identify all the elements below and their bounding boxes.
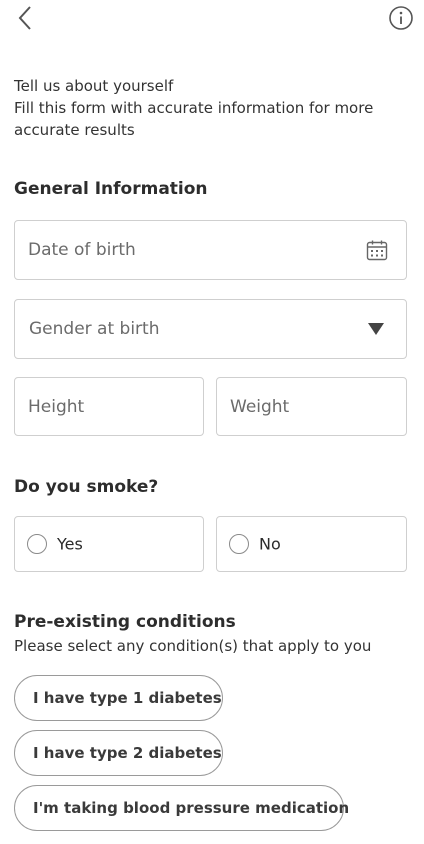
height-field[interactable]: Height (14, 377, 204, 436)
smoke-yes-option[interactable]: Yes (14, 516, 204, 572)
date-of-birth-placeholder: Date of birth (28, 240, 136, 260)
condition-chip-blood-pressure-medication[interactable]: I'm taking blood pressure medication (14, 785, 349, 831)
height-placeholder: Height (28, 396, 85, 417)
smoke-no-label: No (259, 534, 281, 554)
top-bar (0, 0, 424, 40)
radio-yes[interactable] (27, 534, 47, 554)
condition-chip-label: I'm taking blood pressure medication (33, 799, 350, 817)
intro-description: Fill this form with accurate information… (14, 99, 374, 139)
weight-field[interactable]: Weight (216, 377, 407, 436)
condition-chip-label: I have type 2 diabetes (33, 744, 222, 762)
gender-at-birth-placeholder: Gender at birth (29, 319, 160, 339)
weight-placeholder: Weight (230, 396, 290, 417)
pre-existing-conditions-subtitle: Please select any condition(s) that appl… (14, 637, 372, 655)
calendar-icon (366, 240, 388, 261)
info-button[interactable] (388, 5, 414, 31)
pre-existing-conditions-title: Pre-existing conditions (14, 612, 236, 632)
back-button[interactable] (12, 4, 40, 32)
condition-chip-type2-diabetes[interactable]: I have type 2 diabetes (14, 730, 223, 776)
smoke-question-title: Do you smoke? (14, 477, 159, 497)
smoke-yes-label: Yes (57, 534, 83, 554)
condition-chip-type1-diabetes[interactable]: I have type 1 diabetes (14, 675, 223, 721)
general-information-title: General Information (14, 179, 208, 199)
gender-at-birth-select[interactable]: Gender at birth (14, 299, 407, 359)
smoke-no-option[interactable]: No (216, 516, 407, 572)
condition-chip-label: I have type 1 diabetes (33, 689, 222, 707)
caret-down-icon (368, 323, 384, 335)
chevron-left-icon (18, 6, 31, 30)
radio-no[interactable] (229, 534, 249, 554)
intro-text: Tell us about yourself Fill this form wi… (14, 75, 410, 141)
date-of-birth-field[interactable]: Date of birth (14, 220, 407, 280)
intro-heading: Tell us about yourself (14, 77, 174, 95)
info-circle-icon (389, 6, 413, 30)
